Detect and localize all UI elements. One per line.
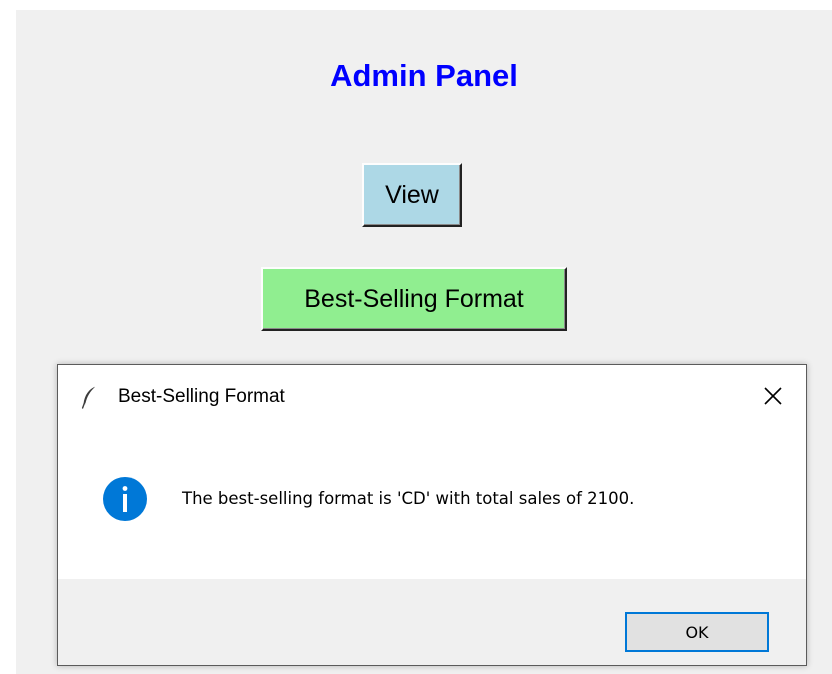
dialog-body: The best-selling format is 'CD' with tot… (58, 429, 806, 579)
message-dialog: Best-Selling Format The best-selling for… (57, 364, 807, 666)
view-button[interactable]: View (362, 163, 462, 227)
info-icon (103, 477, 147, 521)
best-selling-format-button[interactable]: Best-Selling Format (261, 267, 567, 331)
dialog-titlebar[interactable]: Best-Selling Format (58, 365, 806, 429)
close-icon[interactable] (760, 383, 786, 409)
dialog-message: The best-selling format is 'CD' with tot… (182, 489, 635, 508)
feather-icon (81, 386, 96, 409)
screen: Admin Panel View Best-Selling Format Bes… (0, 0, 832, 674)
dialog-footer: OK (58, 579, 806, 665)
page-title: Admin Panel (330, 58, 518, 93)
ok-button[interactable]: OK (625, 612, 769, 652)
dialog-title: Best-Selling Format (118, 386, 285, 407)
